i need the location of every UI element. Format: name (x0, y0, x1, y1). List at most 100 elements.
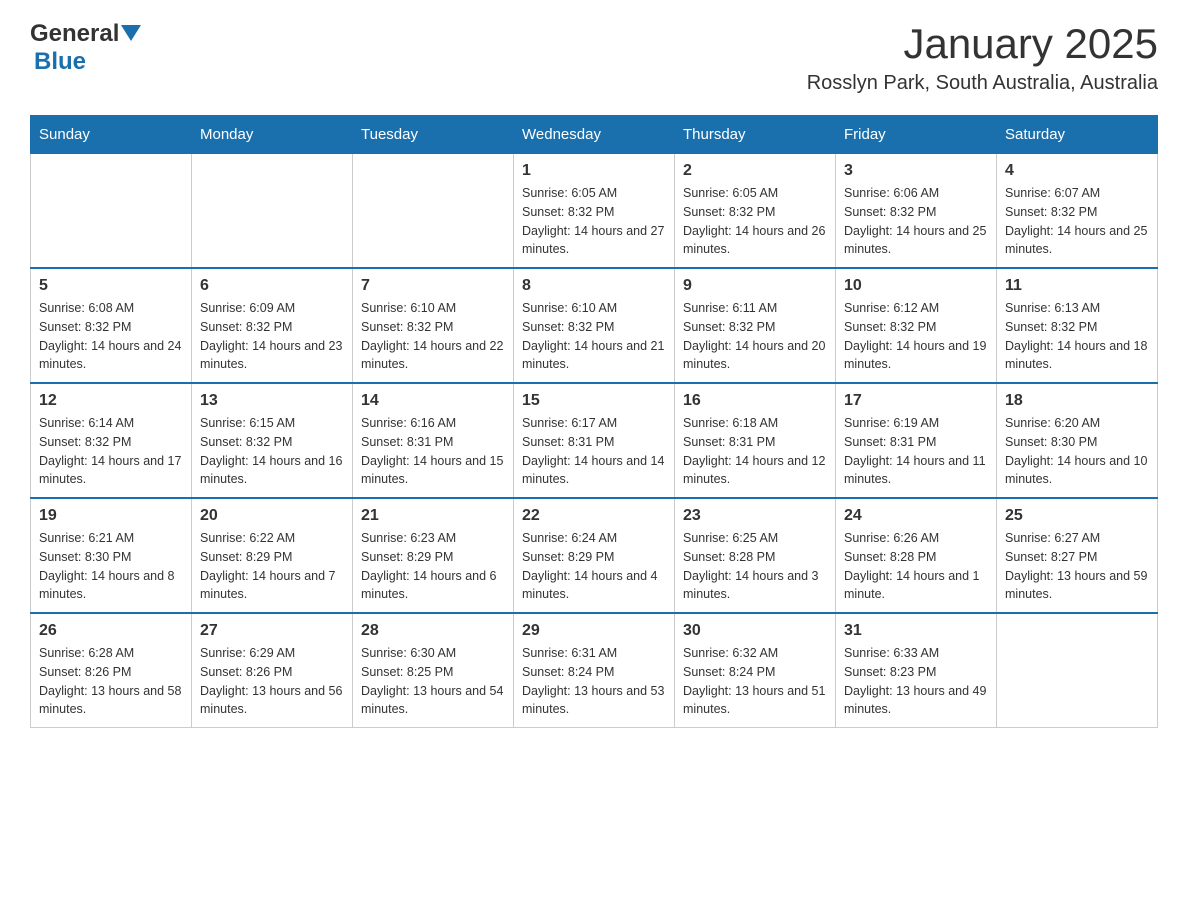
table-row: 1 Sunrise: 6:05 AM Sunset: 8:32 PM Daylig… (514, 154, 675, 269)
table-row: 18Sunrise: 6:20 AM Sunset: 8:30 PM Dayli… (997, 383, 1158, 498)
day-info: Sunrise: 6:18 AM Sunset: 8:31 PM Dayligh… (683, 414, 827, 489)
table-row: 30 Sunrise: 6:32 AM Sunset: 8:24 PM Dayli… (675, 613, 836, 728)
day-info: Sunrise: 6:05 AM Sunset: 8:32 PM Dayligh… (522, 184, 666, 259)
table-row: 16 Sunrise: 6:18 AM Sunset: 8:31 PM Dayli… (675, 383, 836, 498)
day-info: Sunrise: 6:15 AM Sunset: 8:32 PM Dayligh… (200, 414, 344, 489)
day-number: 20 (200, 507, 344, 525)
day-number: 17 (844, 392, 988, 410)
day-info: Sunrise: 6:12 AM Sunset: 8:32 PM Dayligh… (844, 299, 988, 374)
table-row: 23 Sunrise: 6:25 AM Sunset: 8:28 PM Dayli… (675, 498, 836, 613)
day-info: Sunrise: 6:10 AM Sunset: 8:32 PM Dayligh… (522, 299, 666, 374)
col-friday: Friday (836, 116, 997, 154)
day-number: 7 (361, 277, 505, 295)
table-row: 19 Sunrise: 6:21 AM Sunset: 8:30 PM Dayli… (31, 498, 192, 613)
day-info: Sunrise: 6:05 AM Sunset: 8:32 PM Dayligh… (683, 184, 827, 259)
day-info: Sunrise: 6:08 AM Sunset: 8:32 PM Dayligh… (39, 299, 183, 374)
table-row: 12 Sunrise: 6:14 AM Sunset: 8:32 PM Dayli… (31, 383, 192, 498)
table-row: 5 Sunrise: 6:08 AM Sunset: 8:32 PM Daylig… (31, 268, 192, 383)
table-row: 20 Sunrise: 6:22 AM Sunset: 8:29 PM Dayli… (192, 498, 353, 613)
day-number: 28 (361, 622, 505, 640)
day-info: Sunrise: 6:32 AM Sunset: 8:24 PM Dayligh… (683, 644, 827, 719)
table-row: 25 Sunrise: 6:27 AM Sunset: 8:27 PM Dayli… (997, 498, 1158, 613)
col-saturday: Saturday (997, 116, 1158, 154)
table-row: 17 Sunrise: 6:19 AM Sunset: 8:31 PM Dayli… (836, 383, 997, 498)
logo-blue-text: Blue (34, 48, 86, 76)
day-number: 19 (39, 507, 183, 525)
page-subtitle: Rosslyn Park, South Australia, Australia (807, 72, 1158, 95)
day-number: 4 (1005, 162, 1149, 180)
table-row: 28Sunrise: 6:30 AM Sunset: 8:25 PM Dayli… (353, 613, 514, 728)
day-number: 16 (683, 392, 827, 410)
calendar-week-row: 26 Sunrise: 6:28 AM Sunset: 8:26 PM Dayli… (31, 613, 1158, 728)
table-row: 9 Sunrise: 6:11 AM Sunset: 8:32 PM Daylig… (675, 268, 836, 383)
day-number: 18 (1005, 392, 1149, 410)
day-number: 15 (522, 392, 666, 410)
day-number: 3 (844, 162, 988, 180)
day-info: Sunrise: 6:11 AM Sunset: 8:32 PM Dayligh… (683, 299, 827, 374)
table-row: 31 Sunrise: 6:33 AM Sunset: 8:23 PM Dayli… (836, 613, 997, 728)
title-area: January 2025 Rosslyn Park, South Austral… (807, 20, 1158, 95)
day-info: Sunrise: 6:21 AM Sunset: 8:30 PM Dayligh… (39, 529, 183, 604)
day-info: Sunrise: 6:28 AM Sunset: 8:26 PM Dayligh… (39, 644, 183, 719)
table-row: 27 Sunrise: 6:29 AM Sunset: 8:26 PM Dayli… (192, 613, 353, 728)
day-info: Sunrise: 6:06 AM Sunset: 8:32 PM Dayligh… (844, 184, 988, 259)
day-number: 6 (200, 277, 344, 295)
table-row: 11 Sunrise: 6:13 AM Sunset: 8:32 PM Dayli… (997, 268, 1158, 383)
col-monday: Monday (192, 116, 353, 154)
col-tuesday: Tuesday (353, 116, 514, 154)
col-wednesday: Wednesday (514, 116, 675, 154)
day-info: Sunrise: 6:26 AM Sunset: 8:28 PM Dayligh… (844, 529, 988, 604)
day-number: 21 (361, 507, 505, 525)
day-number: 12 (39, 392, 183, 410)
table-row (997, 613, 1158, 728)
day-number: 11 (1005, 277, 1149, 295)
table-row: 26 Sunrise: 6:28 AM Sunset: 8:26 PM Dayli… (31, 613, 192, 728)
day-number: 25 (1005, 507, 1149, 525)
day-number: 8 (522, 277, 666, 295)
table-row: 4Sunrise: 6:07 AM Sunset: 8:32 PM Daylig… (997, 154, 1158, 269)
table-row: 7Sunrise: 6:10 AM Sunset: 8:32 PM Daylig… (353, 268, 514, 383)
day-info: Sunrise: 6:14 AM Sunset: 8:32 PM Dayligh… (39, 414, 183, 489)
day-number: 27 (200, 622, 344, 640)
day-number: 10 (844, 277, 988, 295)
day-number: 1 (522, 162, 666, 180)
table-row: 2 Sunrise: 6:05 AM Sunset: 8:32 PM Daylig… (675, 154, 836, 269)
day-info: Sunrise: 6:23 AM Sunset: 8:29 PM Dayligh… (361, 529, 505, 604)
table-row (353, 154, 514, 269)
day-info: Sunrise: 6:29 AM Sunset: 8:26 PM Dayligh… (200, 644, 344, 719)
calendar-week-row: 1 Sunrise: 6:05 AM Sunset: 8:32 PM Daylig… (31, 154, 1158, 269)
day-info: Sunrise: 6:13 AM Sunset: 8:32 PM Dayligh… (1005, 299, 1149, 374)
day-info: Sunrise: 6:16 AM Sunset: 8:31 PM Dayligh… (361, 414, 505, 489)
day-info: Sunrise: 6:22 AM Sunset: 8:29 PM Dayligh… (200, 529, 344, 604)
day-info: Sunrise: 6:25 AM Sunset: 8:28 PM Dayligh… (683, 529, 827, 604)
table-row: 29Sunrise: 6:31 AM Sunset: 8:24 PM Dayli… (514, 613, 675, 728)
day-number: 26 (39, 622, 183, 640)
table-row: 10 Sunrise: 6:12 AM Sunset: 8:32 PM Dayli… (836, 268, 997, 383)
day-number: 9 (683, 277, 827, 295)
table-row (31, 154, 192, 269)
day-number: 14 (361, 392, 505, 410)
table-row: 14 Sunrise: 6:16 AM Sunset: 8:31 PM Dayli… (353, 383, 514, 498)
table-row: 15 Sunrise: 6:17 AM Sunset: 8:31 PM Dayli… (514, 383, 675, 498)
day-info: Sunrise: 6:24 AM Sunset: 8:29 PM Dayligh… (522, 529, 666, 604)
day-number: 31 (844, 622, 988, 640)
table-row: 8 Sunrise: 6:10 AM Sunset: 8:32 PM Daylig… (514, 268, 675, 383)
day-info: Sunrise: 6:17 AM Sunset: 8:31 PM Dayligh… (522, 414, 666, 489)
day-info: Sunrise: 6:19 AM Sunset: 8:31 PM Dayligh… (844, 414, 988, 489)
table-row: 13 Sunrise: 6:15 AM Sunset: 8:32 PM Dayli… (192, 383, 353, 498)
day-number: 23 (683, 507, 827, 525)
day-number: 30 (683, 622, 827, 640)
calendar-header-row: Sunday Monday Tuesday Wednesday Thursday… (31, 116, 1158, 154)
table-row: 21 Sunrise: 6:23 AM Sunset: 8:29 PM Dayli… (353, 498, 514, 613)
day-number: 13 (200, 392, 344, 410)
calendar-week-row: 12 Sunrise: 6:14 AM Sunset: 8:32 PM Dayli… (31, 383, 1158, 498)
day-number: 5 (39, 277, 183, 295)
table-row (192, 154, 353, 269)
day-info: Sunrise: 6:33 AM Sunset: 8:23 PM Dayligh… (844, 644, 988, 719)
col-sunday: Sunday (31, 116, 192, 154)
day-number: 2 (683, 162, 827, 180)
day-info: Sunrise: 6:27 AM Sunset: 8:27 PM Dayligh… (1005, 529, 1149, 604)
logo: General Blue (30, 20, 141, 76)
day-number: 24 (844, 507, 988, 525)
day-info: Sunrise: 6:09 AM Sunset: 8:32 PM Dayligh… (200, 299, 344, 374)
